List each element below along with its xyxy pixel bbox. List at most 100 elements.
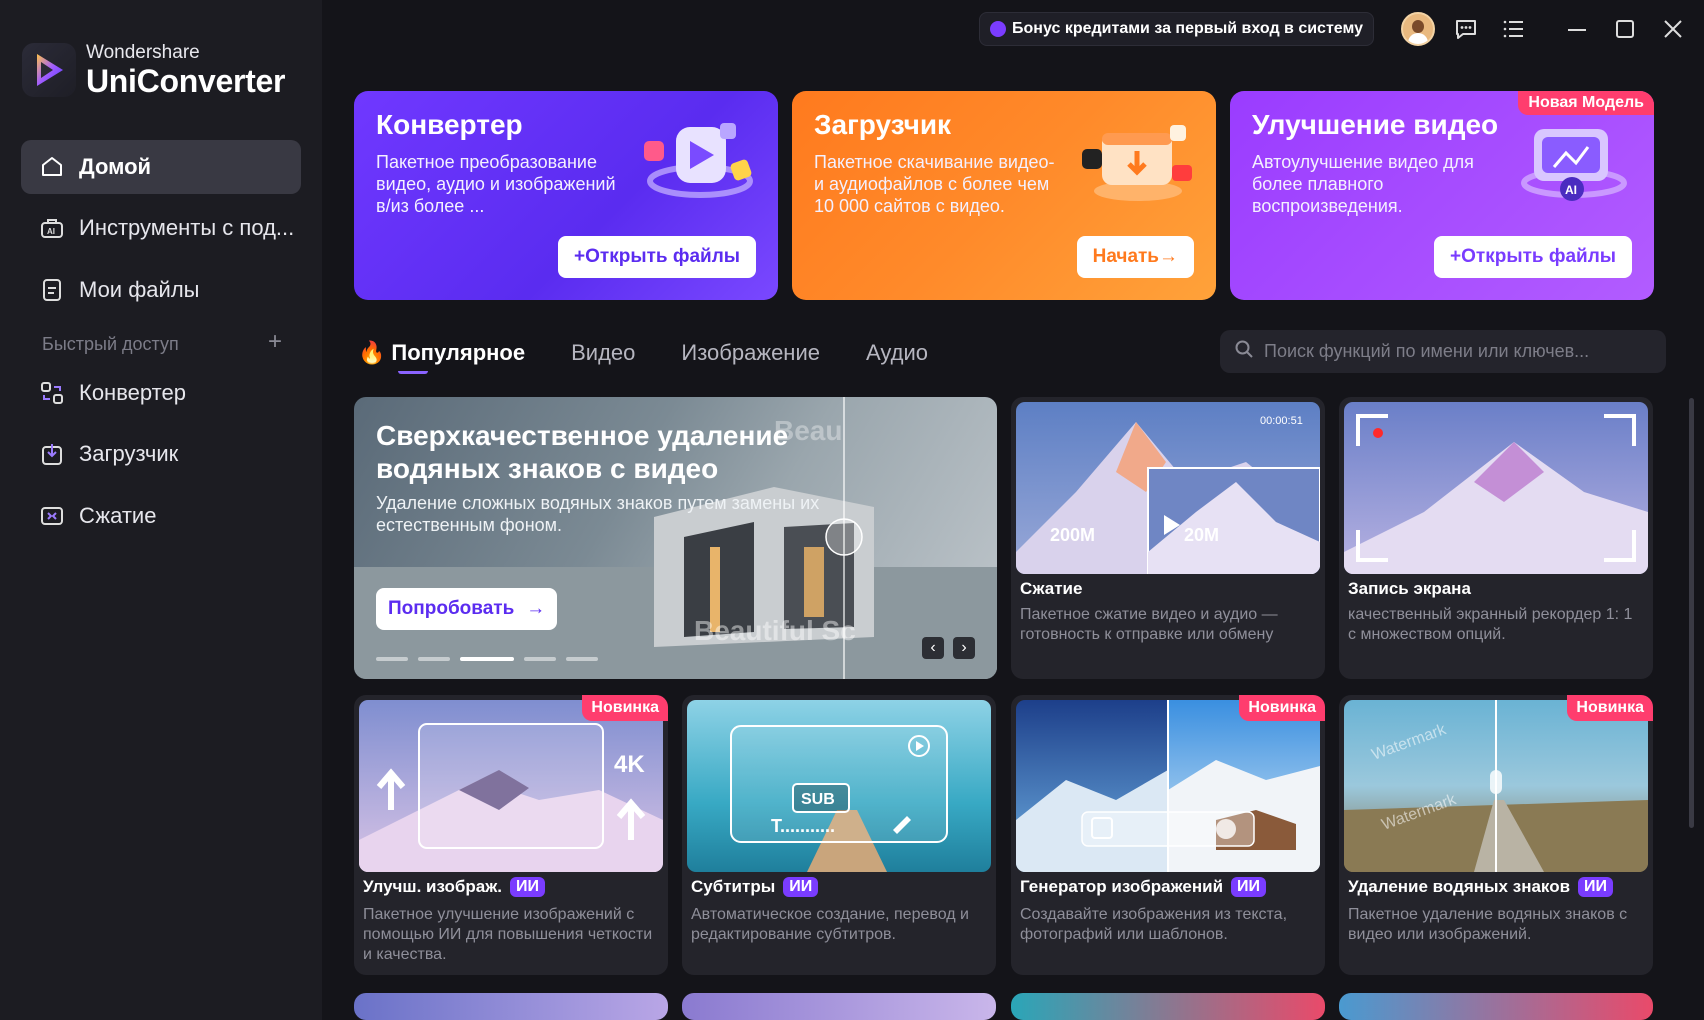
try-button-label: Попробовать <box>388 598 515 619</box>
carousel-dot[interactable] <box>566 657 598 661</box>
sidebar-item-my-files[interactable]: Мои файлы <box>21 263 301 317</box>
feature-banner[interactable]: Beau Beautiful Sc Сверхкачественное удал… <box>354 397 997 679</box>
uniconverter-logo-icon <box>22 43 76 97</box>
tool-desc: Пакетное удаление водяных знаков с видео… <box>1348 906 1628 943</box>
downloader-card[interactable]: Загрузчик Пакетное скачивание видео- и а… <box>792 91 1216 300</box>
sidebar-item-compress[interactable]: Сжатие <box>21 489 301 543</box>
converter-icon <box>39 380 65 406</box>
maximize-icon[interactable] <box>1608 12 1642 46</box>
quick-access-header: Быстрый доступ + <box>42 330 282 355</box>
card-desc: Пакетное преобразование видео, аудио и и… <box>376 152 616 216</box>
tool-card-compress[interactable]: 200M 20M 00:00:51 Сжатие Пакетное сжатие в… <box>1011 397 1325 679</box>
sidebar-item-home[interactable]: Домой <box>21 140 301 194</box>
sidebar-item-label: Инструменты с под... <box>79 215 295 240</box>
search-input[interactable] <box>1264 341 1644 362</box>
tool-card-screen-record[interactable]: Запись экрана качественный экранный реко… <box>1339 397 1653 679</box>
tool-card-subtitles[interactable]: SUB T........... Субтитры ИИ Автоматическо… <box>682 695 996 975</box>
tool-title: Генератор изображений ИИ <box>1020 877 1267 897</box>
tool-card-partial[interactable] <box>682 993 996 1020</box>
card-desc: Автоулучшение видео для более плавного в… <box>1252 152 1474 216</box>
tool-card-partial[interactable] <box>1339 993 1653 1020</box>
tool-title: Удаление водяных знаков ИИ <box>1348 877 1614 897</box>
tool-desc: Пакетное улучшение изображений с помощью… <box>363 906 653 963</box>
tool-card-partial[interactable] <box>354 993 668 1020</box>
tool-desc: качественный экранный рекордер 1: 1 с мн… <box>1348 606 1633 643</box>
tab-audio[interactable]: Аудио <box>866 340 928 366</box>
tool-title: Субтитры ИИ <box>691 877 819 897</box>
new-model-badge: Новая Модель <box>1518 91 1654 115</box>
ai-badge: ИИ <box>783 877 819 897</box>
search-box[interactable] <box>1220 330 1666 373</box>
minimize-icon[interactable] <box>1560 12 1594 46</box>
tool-card-image-enhance[interactable]: 4K Новинка Улучш. изображ. ИИ Пакетное ул… <box>354 695 668 975</box>
quick-access-label: Быстрый доступ <box>42 334 179 354</box>
bonus-text: Бонус кредитами за первый вход в систему <box>1012 20 1363 37</box>
carousel-dots <box>376 657 608 661</box>
file-icon <box>39 277 65 303</box>
carousel-dot[interactable] <box>418 657 450 661</box>
subtitles-thumbnail: SUB T........... <box>687 700 991 872</box>
user-avatar-icon <box>1401 12 1435 46</box>
brand-name: Wondershare <box>86 42 200 63</box>
carousel-arrows: ‹ › <box>913 637 975 659</box>
start-button[interactable]: Начать→ <box>1076 236 1194 278</box>
resolution-label: 4K <box>614 751 645 778</box>
category-tabs: 🔥 Популярное Видео Изображение Аудио <box>358 338 974 374</box>
tool-title: Сжатие <box>1020 579 1083 598</box>
new-badge: Новинка <box>582 695 668 721</box>
bonus-credits-banner[interactable]: Бонус кредитами за первый вход в систему <box>979 12 1374 46</box>
tool-card-watermark-remover[interactable]: Watermark Watermark Новинка Удаление водя… <box>1339 695 1653 975</box>
tool-desc: Создавайте изображения из текста, фотогр… <box>1020 906 1288 943</box>
chevron-right-icon[interactable]: › <box>953 637 975 659</box>
carousel-dot[interactable] <box>376 657 408 661</box>
banner-title: Сверхкачественное удаление водяных знако… <box>376 420 789 484</box>
main-content: Бонус кредитами за первый вход в систему… <box>322 0 1704 1020</box>
avatar[interactable] <box>1401 12 1435 46</box>
tab-video[interactable]: Видео <box>571 340 635 366</box>
video-enhance-card[interactable]: Новая Модель Улучшение видео Автоулучшен… <box>1230 91 1654 300</box>
scrollbar[interactable] <box>1689 398 1694 828</box>
compress-icon <box>39 503 65 529</box>
sidebar-item-label: Мои файлы <box>79 277 200 302</box>
chevron-left-icon[interactable]: ‹ <box>922 637 944 659</box>
ai-badge: ИИ <box>1231 877 1267 897</box>
tab-image[interactable]: Изображение <box>681 340 820 366</box>
carousel-dot[interactable] <box>524 657 556 661</box>
tool-title-text: Удаление водяных знаков <box>1348 877 1571 896</box>
close-icon[interactable] <box>1656 12 1690 46</box>
svg-text:AI: AI <box>47 227 55 236</box>
tool-card-image-generator[interactable]: Новинка Генератор изображений ИИ Создавай… <box>1011 695 1325 975</box>
home-icon <box>39 154 65 180</box>
subtitle-placeholder: T........... <box>771 816 835 836</box>
new-badge: Новинка <box>1567 695 1653 721</box>
converter-card[interactable]: Конвертер Пакетное преобразование видео,… <box>354 91 778 300</box>
sidebar-item-ai-tools[interactable]: AI Инструменты с под... <box>21 201 301 255</box>
ai-toolbox-icon: AI <box>39 215 65 241</box>
tool-title-text: Улучш. изображ. <box>363 877 502 896</box>
tool-card-partial[interactable] <box>1011 993 1325 1020</box>
title-bar: Бонус кредитами за первый вход в систему <box>979 12 1704 46</box>
downloader-illustration-icon <box>1076 119 1196 209</box>
open-files-button[interactable]: +Открыть файлы <box>1434 236 1632 278</box>
tab-popular[interactable]: 🔥 Популярное <box>358 340 525 374</box>
sub-label: SUB <box>801 791 835 808</box>
image-enhance-thumbnail: 4K <box>359 700 663 872</box>
sidebar-item-downloader[interactable]: Загрузчик <box>21 427 301 481</box>
search-icon <box>1234 339 1254 364</box>
product-name: UniConverter <box>86 63 286 99</box>
menu-icon[interactable] <box>1497 12 1531 46</box>
compress-thumbnail: 200M 20M 00:00:51 <box>1016 402 1320 574</box>
image-generator-thumbnail <box>1016 700 1320 872</box>
carousel-dot-active[interactable] <box>460 657 514 661</box>
gem-icon <box>990 21 1007 37</box>
chat-icon[interactable] <box>1449 12 1483 46</box>
svg-text:AI: AI <box>1565 183 1577 197</box>
open-files-button[interactable]: +Открыть файлы <box>558 236 756 278</box>
watermark-sample: Beautiful Sc <box>694 615 856 646</box>
try-button[interactable]: Попробовать → <box>376 588 558 630</box>
sidebar-item-label: Домой <box>79 154 152 179</box>
sidebar: Wondershare UniConverter Домой AI Инстру… <box>0 0 322 1020</box>
sidebar-item-converter[interactable]: Конвертер <box>21 366 301 420</box>
add-quick-access-icon[interactable]: + <box>268 330 282 355</box>
size-to: 20M <box>1184 525 1219 545</box>
